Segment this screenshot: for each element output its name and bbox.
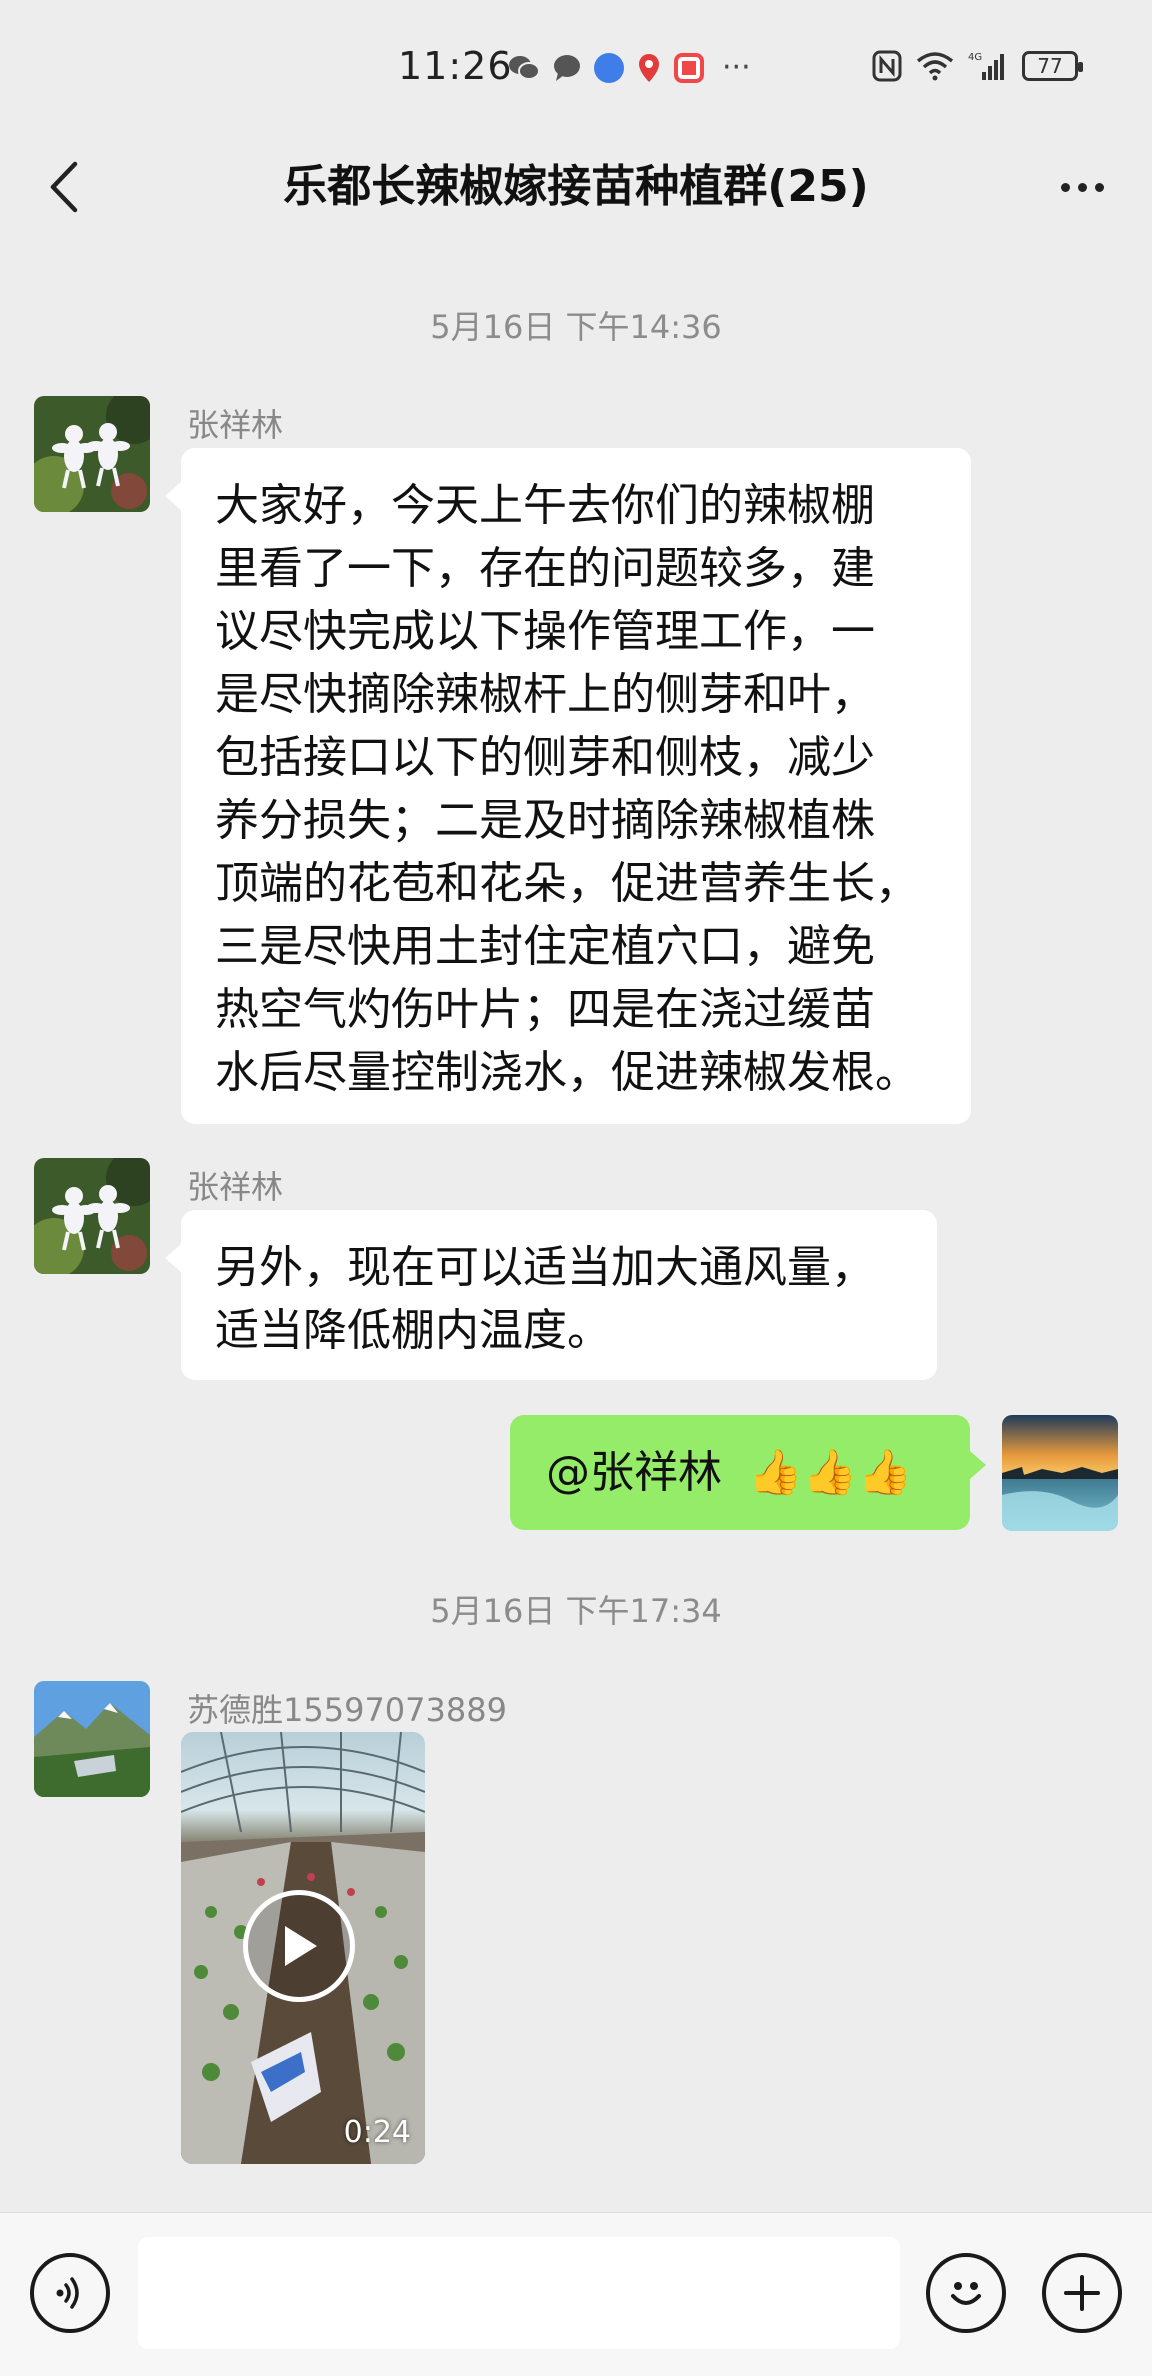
timestamp: 5月16日 下午17:34: [430, 1592, 722, 1630]
voice-button[interactable]: [30, 2253, 110, 2333]
status-bar: 11:26 ··· 4G 77: [0, 0, 1152, 130]
more-options-button[interactable]: [1042, 152, 1122, 222]
message-line: 里看了一下，存在的问题较多，建: [215, 543, 875, 594]
plus-icon: [1064, 2275, 1100, 2311]
message-line: 水后尽量控制浇水，促进辣椒发根。: [215, 1047, 919, 1098]
add-button[interactable]: [1042, 2253, 1122, 2333]
sender-name: 张祥林: [187, 1168, 284, 1206]
wifi-icon: [916, 52, 954, 81]
message-line: 适当降低棚内温度。: [215, 1305, 611, 1356]
my-avatar[interactable]: [1002, 1415, 1118, 1531]
emoji-button[interactable]: [926, 2253, 1006, 2333]
message-input[interactable]: [138, 2237, 900, 2349]
voice-icon: [56, 2277, 79, 2309]
play-icon: [285, 1926, 317, 1966]
more-notifications: ···: [722, 50, 751, 85]
avatar[interactable]: [34, 1681, 150, 1797]
app-red-icon: [674, 52, 704, 83]
battery-icon: 77: [1022, 51, 1083, 81]
video-duration: 0:24: [343, 2115, 411, 2150]
landscape-avatar-icon: [1002, 1415, 1118, 1531]
mention-text: @张祥林: [546, 1447, 722, 1498]
message-line: 是尽快摘除辣椒杆上的侧芽和叶，: [215, 669, 875, 720]
wechat-icon: [509, 55, 540, 80]
timestamp: 5月16日 下午14:36: [430, 308, 722, 346]
video-message[interactable]: 0:24: [181, 1732, 425, 2164]
message-line: 另外，现在可以适当加大通风量，: [215, 1242, 875, 1293]
message-line: 包括接口以下的侧芽和侧枝，减少: [215, 732, 875, 783]
svg-text:4G: 4G: [968, 52, 982, 63]
flower-avatar-icon: [34, 396, 150, 512]
dot-icon: [1077, 182, 1087, 192]
message-icon: [554, 54, 580, 81]
chat-header: 乐都长辣椒嫁接苗种植群(25): [0, 130, 1152, 250]
message-line: 养分损失；二是及时摘除辣椒植株: [215, 795, 875, 846]
sender-name: 苏德胜15597073889: [187, 1691, 507, 1729]
message-bubble[interactable]: 另外，现在可以适当加大通风量， 适当降低棚内温度。: [165, 1210, 937, 1380]
app-blue-icon: [594, 52, 624, 83]
status-time: 11:26: [398, 44, 513, 88]
chat-title: 乐都长辣椒嫁接苗种植群(25): [283, 161, 869, 212]
avatar[interactable]: [34, 396, 150, 512]
message-line: 热空气灼伤叶片；四是在浇过缓苗: [215, 984, 875, 1035]
message-line: 大家好，今天上午去你们的辣椒棚: [215, 480, 875, 531]
my-message-bubble[interactable]: @张祥林 👍👍👍: [510, 1415, 986, 1530]
play-button[interactable]: [243, 1890, 355, 2002]
flower-avatar-icon: [34, 1158, 150, 1274]
signal-icon: 4G: [968, 52, 1004, 80]
dot-icon: [1094, 182, 1104, 192]
sender-name: 张祥林: [187, 406, 284, 444]
mountain-avatar-icon: [34, 1681, 150, 1797]
notification-icons: ···: [508, 50, 751, 85]
smiley-icon: [951, 2282, 981, 2305]
system-icons: 4G 77: [872, 50, 1083, 82]
message-line: 三是尽快用土封住定植穴口，避免: [215, 921, 875, 972]
input-bar: [0, 2212, 1152, 2376]
location-pin-icon: [639, 53, 659, 82]
message-line: 议尽快完成以下操作管理工作，一: [215, 606, 875, 657]
message-bubble[interactable]: 大家好，今天上午去你们的辣椒棚 里看了一下，存在的问题较多，建 议尽快完成以下操…: [165, 448, 971, 1124]
dot-icon: [1060, 182, 1070, 192]
avatar[interactable]: [34, 1158, 150, 1274]
nfc-icon: [872, 50, 902, 82]
thumbs-up-emoji: 👍👍👍: [748, 1447, 913, 1498]
message-line: 顶端的花苞和花朵，促进营养生长，: [215, 858, 919, 909]
